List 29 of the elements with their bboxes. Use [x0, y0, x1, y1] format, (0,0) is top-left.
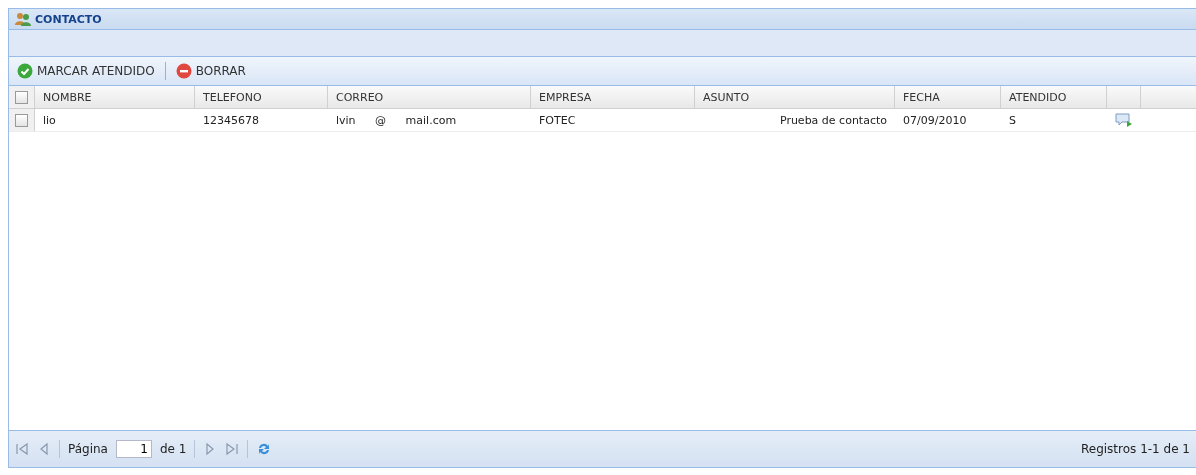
table-cell: 07/09/2010 — [903, 113, 967, 127]
first-page-icon[interactable] — [15, 441, 29, 457]
column-header[interactable]: NOMBRE — [35, 86, 195, 108]
page-count: de 1 — [159, 442, 187, 456]
check-icon — [17, 63, 33, 79]
column-header[interactable]: TELEFONO — [195, 86, 328, 108]
minus-icon — [175, 63, 192, 79]
column-header[interactable]: ASUNTO — [695, 86, 895, 108]
panel-title: CONTACTO — [35, 12, 102, 26]
column-header[interactable]: EMPRESA — [531, 86, 695, 108]
column-header[interactable]: ATENDIDO — [1001, 86, 1107, 108]
toolbar-button[interactable]: MARCAR ATENDIDO — [13, 61, 159, 81]
people-icon — [15, 12, 31, 26]
comment-icon[interactable] — [1115, 112, 1133, 128]
table-cell: lio — [43, 113, 56, 127]
page-field[interactable]: 1 — [115, 440, 152, 458]
toolbar-button[interactable]: BORRAR — [171, 61, 250, 81]
checkbox[interactable] — [15, 113, 28, 127]
column-header[interactable]: FECHA — [895, 86, 1001, 108]
table-cell: FOTEC — [539, 113, 576, 127]
column-header[interactable]: CORREO — [328, 86, 531, 108]
table-cell: S — [1009, 113, 1016, 127]
table-cell: Prueba de contacto — [779, 113, 887, 127]
record-summary: Registros 1-1 de 1 — [1080, 442, 1190, 456]
last-page-icon[interactable] — [225, 441, 240, 457]
page-label: Página — [68, 442, 108, 456]
table-cell: lvin @ mail.com — [336, 113, 457, 127]
checkbox[interactable] — [15, 90, 28, 104]
table-cell: 12345678 — [203, 113, 259, 127]
